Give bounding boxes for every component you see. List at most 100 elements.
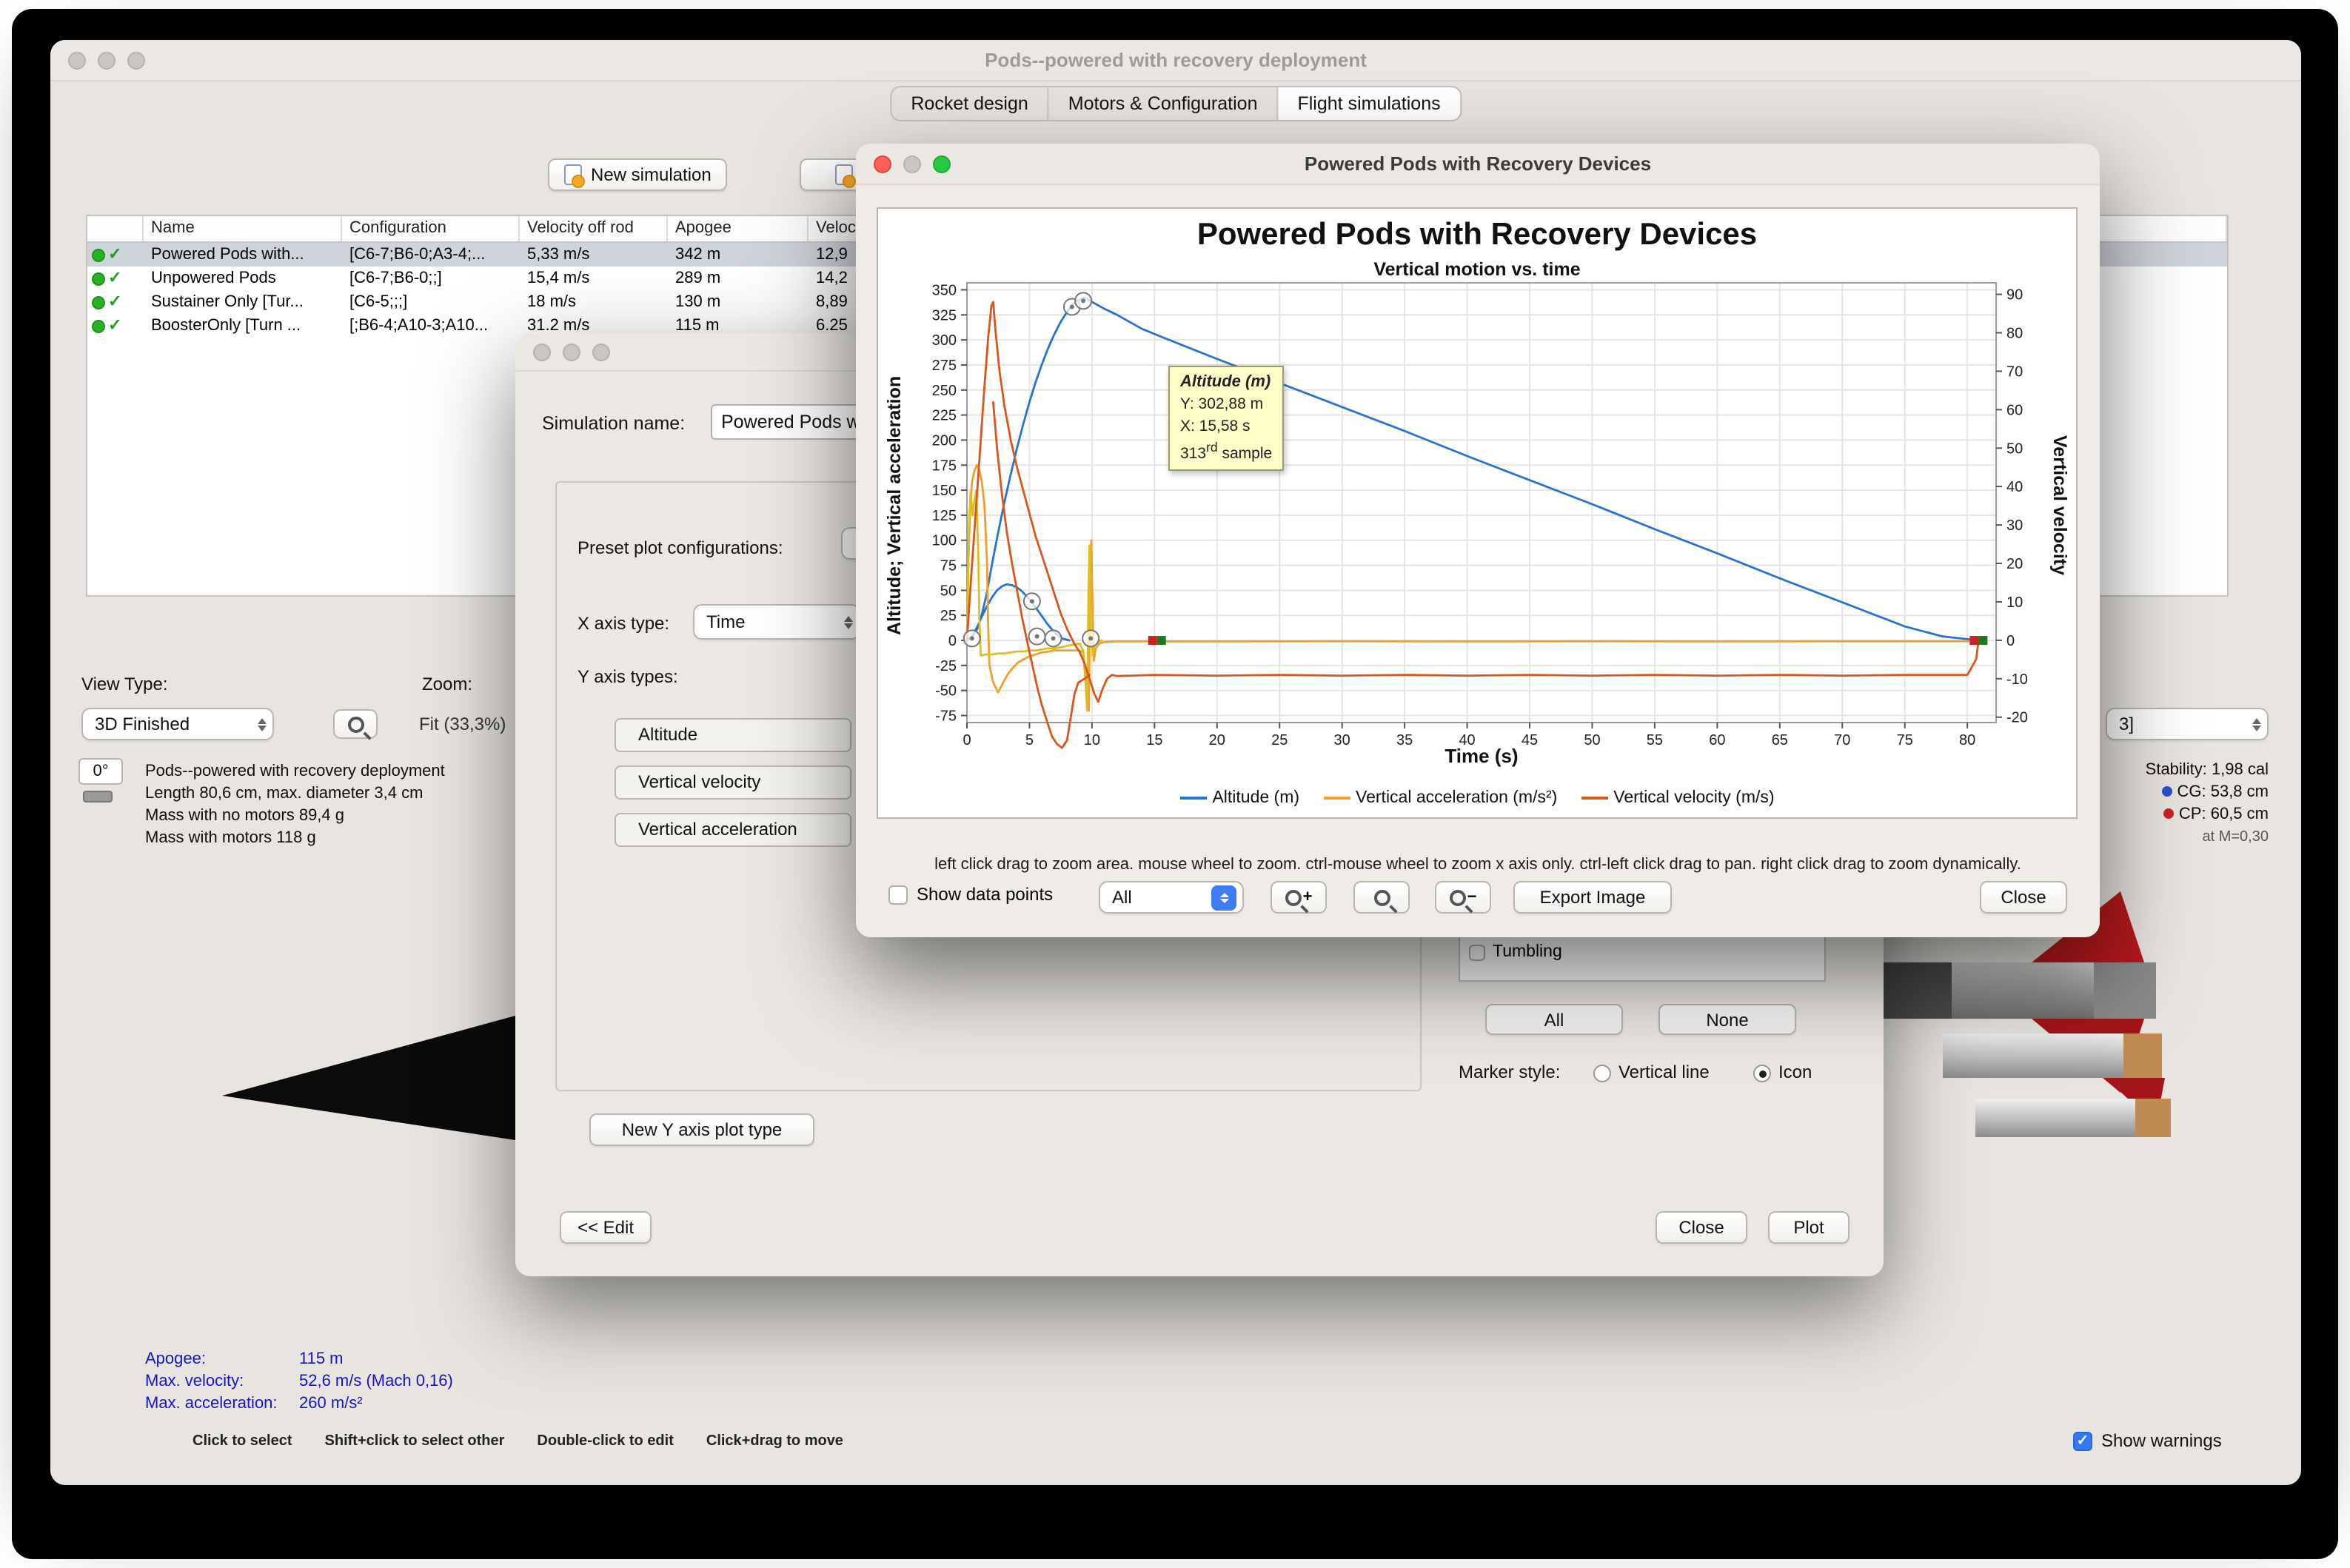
hint-text: Shift+click to select other <box>324 1433 505 1450</box>
cell-name: Sustainer Only [Tur... <box>151 293 304 311</box>
zoom-reset-button[interactable] <box>1353 881 1410 914</box>
export-image-button[interactable]: Export Image <box>1513 881 1672 914</box>
zoom-window-icon[interactable] <box>127 52 145 70</box>
status-ok-icon: ✓ <box>87 243 144 267</box>
close-window-icon[interactable] <box>874 155 891 173</box>
marker-vertical-line-label[interactable]: Vertical line <box>1618 1062 1710 1082</box>
cp-icon <box>2163 808 2175 819</box>
plot-window-title: Powered Pods with Recovery Devices <box>1304 153 1652 175</box>
interaction-hints: Click to select Shift+click to select oth… <box>193 1433 843 1450</box>
view-type-label: View Type: <box>81 674 168 694</box>
window-title: Pods--powered with recovery deployment <box>985 49 1367 71</box>
y-type-vertical-acceleration[interactable]: Vertical acceleration <box>615 813 851 847</box>
show-warnings-control[interactable]: ✓ Show warnings <box>2073 1430 2222 1451</box>
minimize-window-icon[interactable] <box>563 344 580 361</box>
chart-panel[interactable]: Powered Pods with Recovery Devices Verti… <box>877 207 2078 819</box>
zoom-in-button[interactable]: + <box>1271 881 1327 914</box>
cell-velocity-off-rod: 18 m/s <box>527 293 577 311</box>
tab-rocket-design[interactable]: Rocket design <box>891 87 1049 120</box>
flight-plot[interactable]: 0 5 10 15 20 25 30 35 40 45 50 55 60 65 70 75 80-75-50-2… <box>878 209 2079 820</box>
minimize-window-icon[interactable] <box>98 52 116 70</box>
datapoint-tooltip: Altitude (m) Y: 302,88 m X: 15,58 s 313r… <box>1168 366 1285 471</box>
svg-text:225: 225 <box>932 408 957 424</box>
column-velocity-off-rod[interactable]: Velocity off rod <box>520 216 668 241</box>
show-warnings-checkbox[interactable]: ✓ <box>2073 1431 2092 1450</box>
show-data-points-checkbox[interactable] <box>888 885 908 904</box>
svg-text:100: 100 <box>932 533 957 549</box>
svg-text:50: 50 <box>940 583 957 599</box>
hint-text: Click to select <box>193 1433 292 1450</box>
cell-configuration: [;B6-4;A10-3;A10... <box>349 317 489 335</box>
cg-icon <box>2162 786 2173 797</box>
column-apogee[interactable]: Apogee <box>668 216 809 241</box>
cell-name: Powered Pods with... <box>151 246 304 264</box>
svg-text:250: 250 <box>932 383 957 399</box>
right-axis-label: Vertical velocity <box>2049 435 2070 575</box>
y-type-vertical-velocity[interactable]: Vertical velocity <box>615 765 851 800</box>
legend-item: Vertical acceleration (m/s²) <box>1323 789 1557 807</box>
svg-text:-10: -10 <box>2006 671 2028 688</box>
events-all-button[interactable]: All <box>1485 1004 1623 1035</box>
plot-close-button[interactable]: Close <box>1980 881 2067 914</box>
svg-text:40: 40 <box>2006 479 2023 495</box>
hint-text: Double-click to edit <box>537 1433 674 1450</box>
zoom-tool-button[interactable] <box>333 709 378 739</box>
status-ok-icon: ✓ <box>87 267 144 290</box>
svg-text:350: 350 <box>932 282 957 298</box>
configuration-select[interactable]: 3] <box>2106 708 2269 740</box>
new-simulation-button[interactable]: New simulation <box>548 158 728 191</box>
close-button[interactable]: Close <box>1656 1211 1747 1244</box>
svg-text:10: 10 <box>2006 594 2023 611</box>
x-axis-type-select[interactable]: Time <box>693 604 860 640</box>
chart-legend: Altitude (m) Vertical acceleration (m/s²)… <box>878 789 2076 807</box>
show-data-points-control[interactable]: Show data points <box>888 884 1053 905</box>
left-axis-label: Altitude; Vertical acceleration <box>884 375 905 635</box>
svg-text:20: 20 <box>2006 556 2023 572</box>
y-axis-types-label: Y axis types: <box>578 666 678 687</box>
view-type-select[interactable]: 3D Finished <box>81 708 274 740</box>
tab-flight-simulations[interactable]: Flight simulations <box>1278 87 1460 120</box>
svg-text:0: 0 <box>2006 633 2015 649</box>
plot-window: Powered Pods with Recovery Devices Power… <box>856 144 2100 937</box>
zoom-out-button[interactable]: − <box>1435 881 1491 914</box>
close-window-icon[interactable] <box>533 344 551 361</box>
show-warnings-label: Show warnings <box>2101 1430 2222 1451</box>
edit-button[interactable]: << Edit <box>560 1211 652 1244</box>
y-type-altitude[interactable]: Altitude <box>615 718 851 752</box>
cell-apogee: 342 m <box>675 246 721 264</box>
status-ok-icon: ✓ <box>87 314 144 338</box>
svg-text:30: 30 <box>2006 517 2023 534</box>
tab-motors-configuration[interactable]: Motors & Configuration <box>1049 87 1279 120</box>
marker-icon-label[interactable]: Icon <box>1778 1062 1812 1082</box>
events-none-button[interactable]: None <box>1658 1004 1796 1035</box>
zoom-value[interactable]: Fit (33,3%) <box>419 714 506 734</box>
rotation-slider-handle[interactable] <box>83 791 113 803</box>
x-axis-label: Time (s) <box>1445 745 1519 767</box>
rotation-angle-field[interactable]: 0° <box>78 758 123 785</box>
main-titlebar: Pods--powered with recovery deployment <box>50 40 2301 81</box>
tumbling-checkbox[interactable] <box>1469 944 1485 960</box>
cell-name: Unpowered Pods <box>151 269 276 287</box>
zoom-hint-text: left click drag to zoom area. mouse whee… <box>934 856 2021 874</box>
column-configuration[interactable]: Configuration <box>342 216 520 241</box>
svg-text:75: 75 <box>940 558 957 574</box>
magnifier-icon <box>347 716 364 732</box>
zoom-window-icon[interactable] <box>933 155 951 173</box>
marker-icon-radio[interactable] <box>1753 1065 1771 1082</box>
chevron-up-down-icon <box>258 717 267 731</box>
event-tumbling[interactable]: Tumbling <box>1460 939 1824 962</box>
marker-vertical-line-radio[interactable] <box>1593 1065 1611 1082</box>
new-document-icon <box>564 164 585 188</box>
window-controls <box>68 52 145 70</box>
legend-item: Vertical velocity (m/s) <box>1581 789 1775 807</box>
close-window-icon[interactable] <box>68 52 86 70</box>
chart-subtitle: Vertical motion vs. time <box>1373 259 1581 280</box>
column-name[interactable]: Name <box>144 216 342 241</box>
zoom-out-icon <box>1449 889 1466 905</box>
zoom-window-icon[interactable] <box>592 344 610 361</box>
minimize-window-icon[interactable] <box>903 155 921 173</box>
svg-text:175: 175 <box>932 458 957 474</box>
branch-select[interactable]: All <box>1099 881 1244 914</box>
plot-button[interactable]: Plot <box>1768 1211 1849 1244</box>
new-y-axis-plot-type-button[interactable]: New Y axis plot type <box>589 1113 814 1146</box>
